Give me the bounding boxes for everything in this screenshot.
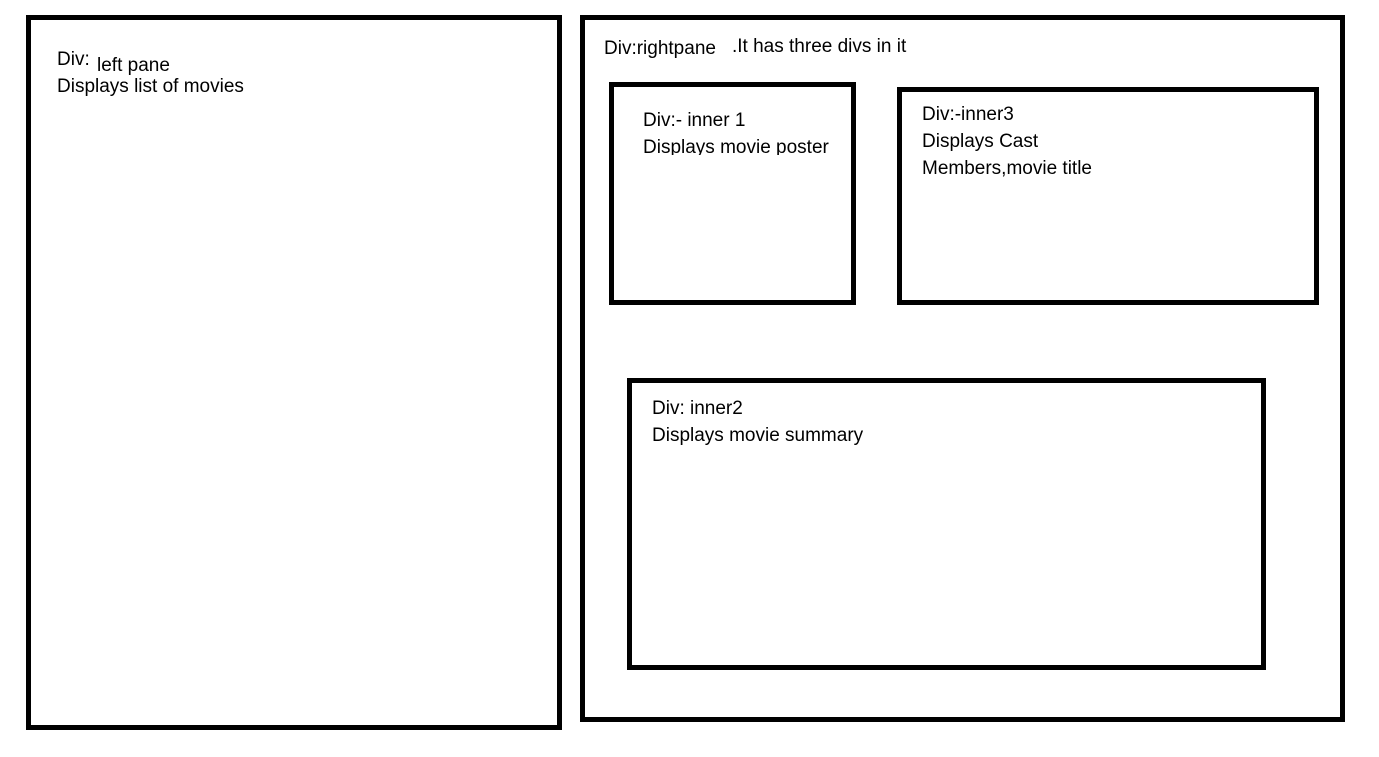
inner1-description: Displays movie poster (643, 137, 829, 155)
inner3-description-line1: Displays Cast (922, 131, 1039, 152)
left-pane-prefix: Div: (57, 49, 90, 70)
inner1-description-clip: Displays movie poster (643, 134, 848, 155)
inner1-title: Div:- inner 1 (643, 110, 746, 131)
left-pane-box (26, 15, 562, 730)
inner2-description: Displays movie summary (652, 425, 864, 446)
left-pane-description: Displays list of movies (57, 76, 244, 97)
inner3-title: Div:-inner3 (922, 104, 1014, 125)
inner2-title: Div: inner2 (652, 398, 743, 419)
right-pane-note: .It has three divs in it (732, 36, 907, 57)
right-pane-title: Div:rightpane (604, 38, 716, 59)
inner3-description-line2: Members,movie title (922, 158, 1092, 179)
